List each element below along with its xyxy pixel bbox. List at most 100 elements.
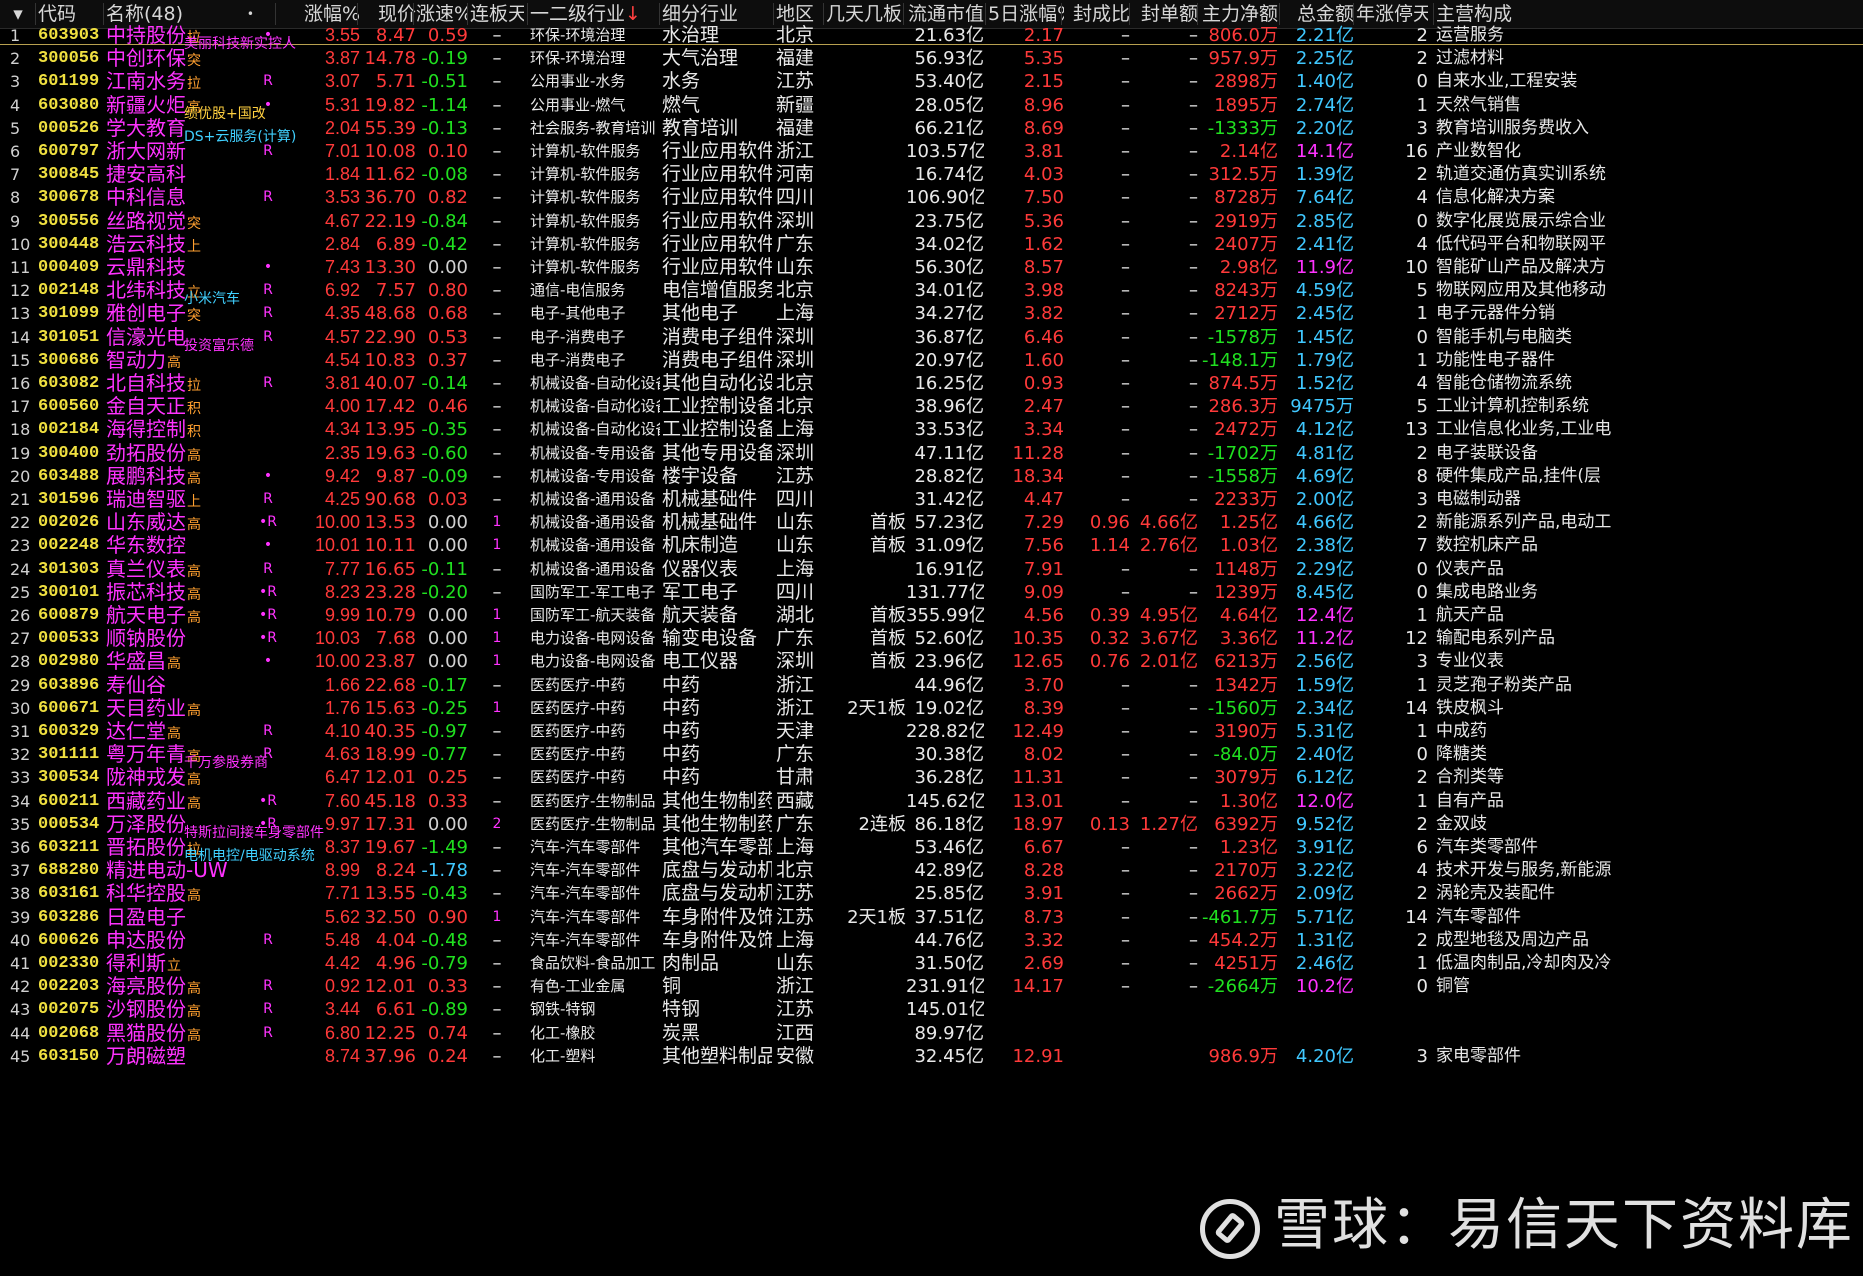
- stock-name[interactable]: 捷安高科: [106, 162, 186, 186]
- stock-name[interactable]: 学大教育: [106, 116, 186, 140]
- stock-name[interactable]: 海亮股份: [106, 974, 186, 998]
- stock-name[interactable]: 日盈电子: [106, 905, 186, 929]
- table-row[interactable]: 44 002068 黑猫股份高 R 6.80 12.25 0.74– 化工-橡胶 炭黑 江西 89.…: [0, 1020, 1863, 1045]
- table-row[interactable]: 19 300400 劲拓股份高 2.35 19.63 -0.60– 机械设备-专用设备 其他专…: [0, 440, 1863, 465]
- table-row[interactable]: 23 002248 华东数控 • 10.01 10.11 0.00 1 机械设备-通用设备 机床制…: [0, 532, 1863, 557]
- margin-flag: [258, 1043, 278, 1070]
- stock-name[interactable]: 粤万年青: [106, 742, 186, 766]
- table-row[interactable]: 32 301111 粤万年青高 R 4.63 18.99 -0.77– 医药医疗-中药 中药 广东…: [0, 741, 1863, 766]
- table-row[interactable]: 25 300101 振芯科技高 •R 8.23 23.28 -0.20– 国防军工-军工电子军…: [0, 579, 1863, 604]
- stock-name[interactable]: 达仁堂: [106, 719, 166, 743]
- main-net-flow: 986.9万: [1208, 1045, 1278, 1067]
- table-row[interactable]: 42 002203 海亮股份高 R 0.92 12.01 0.33– 有色-工业金属铜浙江 23…: [0, 973, 1863, 998]
- sub-industry: 其他塑料制品: [662, 1044, 772, 1067]
- table-row[interactable]: 13 301099 雅创电子突 小米汽车 R 4.35 48.68 0.68– 电子-其他电子其…: [0, 292, 1863, 325]
- table-row[interactable]: 3 601199 江南水务拉 R 3.07 5.71 -0.51– 公用事业-水务 水务 江苏 53…: [0, 68, 1863, 93]
- table-row[interactable]: 28 002980 华盛昌高 • 10.00 23.87 0.00 1 电力设备-电网设备 电工仪…: [0, 648, 1863, 673]
- stock-name[interactable]: 科华控股: [106, 881, 186, 905]
- stock-name[interactable]: 浩云科技: [106, 232, 186, 256]
- stock-name[interactable]: 信濠光电: [106, 325, 186, 349]
- stock-name[interactable]: 北自科技: [106, 371, 186, 395]
- stock-name[interactable]: 展鹏科技: [106, 464, 186, 488]
- table-row[interactable]: 8 300678 中科信息 R 3.53 36.70 0.82– 计算机-软件服务 行业应用软件…: [0, 184, 1863, 209]
- table-row[interactable]: 22 002026 山东威达高 •R 10.00 13.53 0.00 1 机械设备-通用设备机…: [0, 509, 1863, 534]
- table-row[interactable]: 39 603286 日盈电子 5.62 32.50 0.90 1 汽车-汽车零部件 车身附件及饰…: [0, 904, 1863, 929]
- stock-name[interactable]: 沙钢股份: [106, 997, 186, 1021]
- stock-name[interactable]: 浙大网新: [106, 139, 186, 163]
- stock-flag: 高: [187, 795, 201, 812]
- stock-name[interactable]: 陇神戎发: [106, 765, 186, 789]
- stock-name[interactable]: 云鼎科技: [106, 255, 186, 279]
- stock-name[interactable]: 申达股份: [106, 928, 186, 952]
- stock-name[interactable]: 黑猫股份: [106, 1021, 186, 1045]
- table-row[interactable]: 14 301051 信濠光电 R 4.57 22.90 0.53– 电子-消费电子 消费电子组件…: [0, 324, 1863, 349]
- stock-flag: 高: [187, 981, 201, 998]
- stock-note: 电机电控/电驱动系统: [184, 848, 315, 865]
- stock-flag: 高: [167, 726, 181, 742]
- stock-name[interactable]: 真兰仪表: [106, 557, 186, 581]
- table-row[interactable]: 20 603488 展鹏科技高 • 9.42 9.87 -0.09– 机械设备-专用设备 楼宇设…: [0, 463, 1863, 488]
- watermark-text: 雪球：易信天下资料库: [1274, 1193, 1854, 1258]
- table-row[interactable]: 9 300556 丝路视觉突 4.67 22.19 -0.84– 计算机-软件服务 行业应用软…: [0, 208, 1863, 233]
- stock-name[interactable]: 新疆火炬: [106, 93, 186, 117]
- stock-code[interactable]: 603150: [38, 1043, 106, 1070]
- stock-name[interactable]: 顺钠股份: [106, 626, 186, 650]
- table-row[interactable]: 21 301596 瑞迪智驱上 R 4.25 90.68 0.03– 机械设备-通用设备 机械基…: [0, 486, 1863, 511]
- stock-name[interactable]: 西藏药业: [106, 789, 186, 813]
- stock-name[interactable]: 雅创电子: [106, 301, 186, 325]
- table-row[interactable]: 41 002330 得利斯立 4.42 4.96 -0.79– 食品饮料-食品加工 肉制品 山东…: [0, 950, 1863, 975]
- stock-name[interactable]: 晋拓股份: [106, 835, 186, 859]
- stock-name[interactable]: 航天电子: [106, 603, 186, 627]
- table-row[interactable]: 16 603082 北自科技拉 R 3.81 40.07 -0.14– 机械设备-自动化设备其…: [0, 370, 1863, 395]
- stock-name[interactable]: 振芯科技: [106, 580, 186, 604]
- table-row[interactable]: 31 600329 达仁堂高 R 4.10 40.35 -0.97– 医药医疗-中药 中药 天津 2…: [0, 718, 1863, 743]
- stock-name[interactable]: 中科信息: [106, 185, 186, 209]
- table-row[interactable]: 45 603150 万朗磁塑 8.74 37.96 0.24– 化工-塑料 其他塑料制品 安徽 3…: [0, 1043, 1863, 1068]
- table-row[interactable]: 18 002184 海得控制积 4.34 13.95 -0.35– 机械设备-自动化设备 工业…: [0, 416, 1863, 441]
- stock-name[interactable]: 北纬科技: [106, 278, 186, 302]
- table-row[interactable]: 4 603080 新疆火炬高 • 5.31 19.82 -1.14– 公用事业-燃气 燃气 新疆 2…: [0, 92, 1863, 117]
- table-row[interactable]: 37 688280 精进电动-UW 电机电控/电驱动系统 8.99 8.24 -1.78– 汽…: [0, 849, 1863, 882]
- stock-name[interactable]: 天目药业: [106, 696, 186, 720]
- stock-name[interactable]: 智动力: [106, 348, 166, 372]
- table-row[interactable]: 7 300845 捷安高科 1.84 11.62 -0.08– 计算机-软件服务 行业应用软件…: [0, 161, 1863, 186]
- table-row[interactable]: 24 301303 真兰仪表高 R 7.77 16.65 -0.11– 机械设备-通用设备 仪器…: [0, 556, 1863, 581]
- stock-name[interactable]: 山东威达: [106, 510, 186, 534]
- stock-name[interactable]: 江南水务: [106, 69, 186, 93]
- table-row[interactable]: 34 600211 西藏药业高 •R 7.60 45.18 0.33– 医药医疗-生物制品 其他…: [0, 788, 1863, 813]
- stock-name-cell[interactable]: 万朗磁塑: [106, 1043, 256, 1070]
- stock-name[interactable]: 丝路视觉: [106, 209, 186, 233]
- stock-name[interactable]: 瑞迪智驱: [106, 487, 186, 511]
- stock-name[interactable]: 华东数控: [106, 533, 186, 557]
- table-row[interactable]: 15 300686 智动力高 投资富乐德 4.54 10.83 0.37– 电子-消费电子 消费…: [0, 339, 1863, 372]
- stock-name[interactable]: 中创环保: [106, 46, 186, 70]
- table-row[interactable]: 12 002148 北纬科技立 R 6.92 7.57 0.80– 通信-电信服务 电信增值服务…: [0, 277, 1863, 302]
- stock-flag: 突: [187, 53, 201, 70]
- table-row[interactable]: 10 300448 浩云科技上 2.84 6.89 -0.42– 计算机-软件服务 行业应用软…: [0, 231, 1863, 256]
- change-percent: 8.74: [324, 1045, 360, 1066]
- table-row[interactable]: 33 300534 陇神戎发高 千万参股券商 6.47 12.01 0.25– 医药医疗-中药…: [0, 756, 1863, 789]
- stock-name[interactable]: 华盛昌: [106, 649, 166, 673]
- table-row[interactable]: 26 600879 航天电子高 •R 9.99 10.79 0.00 1 国防军工-航天装备 航天…: [0, 602, 1863, 627]
- table-row[interactable]: 43 002075 沙钢股份高 R 3.44 6.61 -0.89– 钢铁-特钢 特钢 江苏 145…: [0, 996, 1863, 1021]
- stock-flag: 高: [187, 1004, 201, 1021]
- stock-name[interactable]: 得利斯: [106, 951, 166, 975]
- table-row[interactable]: 2 300056 中创环保突 美丽科技新实控人 3.87 14.78 -0.19– 环保-环境…: [0, 37, 1863, 70]
- table-row[interactable]: 40 600626 申达股份 R 5.48 4.04 -0.48– 汽车-汽车零部件 车身附件及…: [0, 927, 1863, 952]
- table-row[interactable]: 11 000409 云鼎科技 • 7.43 13.30 0.00– 计算机-软件服务 行业应用软…: [0, 254, 1863, 279]
- table-row[interactable]: 29 603896 寿仙谷 1.66 22.68 -0.17– 医药医疗-中药 中药 浙江 44.…: [0, 672, 1863, 697]
- stock-name[interactable]: 寿仙谷: [106, 673, 166, 697]
- table-row[interactable]: 27 000533 顺钠股份 •R 10.03 7.68 0.00 1 电力设备-电网设备 输变电…: [0, 625, 1863, 650]
- stock-name[interactable]: 万朗磁塑: [106, 1044, 186, 1068]
- stock-name[interactable]: 金自天正: [106, 394, 186, 418]
- table-row[interactable]: 30 600671 天目药业高 1.76 15.63 -0.25 1 医药医疗-中药 中药 浙江 2…: [0, 695, 1863, 720]
- yearly-limit-up-days: 3: [1416, 1045, 1428, 1067]
- table-row[interactable]: 6 600797 浙大网新 DS+云服务(计算) R 7.01 10.08 0.10– 计算机-…: [0, 130, 1863, 163]
- stock-name[interactable]: 海得控制: [106, 417, 186, 441]
- stock-name[interactable]: 中持股份: [106, 23, 186, 47]
- stock-name[interactable]: 万泽股份: [106, 812, 186, 836]
- stock-name[interactable]: 劲拓股份: [106, 441, 186, 465]
- table-row[interactable]: 17 600560 金自天正积 4.00 17.42 0.46– 机械设备-自动化设备 工业控…: [0, 393, 1863, 418]
- table-row[interactable]: 38 603161 科华控股高 7.71 13.55 -0.43– 汽车-汽车零部件 底盘与发…: [0, 880, 1863, 905]
- stock-flag: 高: [187, 470, 201, 487]
